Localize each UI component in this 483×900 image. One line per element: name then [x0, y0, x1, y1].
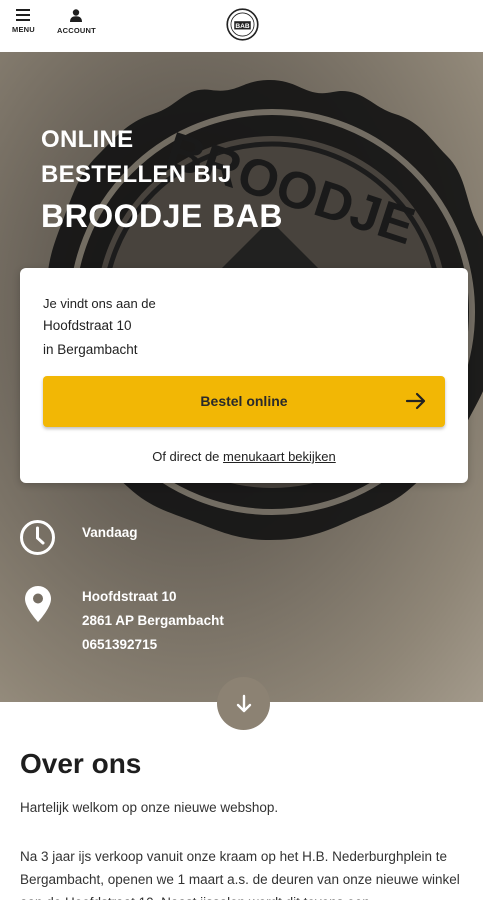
menu-card-prefix: Of direct de	[152, 449, 224, 464]
logo-text: BAB	[235, 23, 250, 30]
hero-title-line2: BESTELLEN BIJ	[41, 161, 232, 188]
hero-section: BROODJE ONLINE BESTELLEN BIJ BROODJE BAB…	[0, 52, 483, 702]
menu-label: MENU	[12, 25, 35, 34]
hero-title: ONLINE BESTELLEN BIJ BROODJE BAB	[41, 122, 283, 236]
order-card: Je vindt ons aan de Hoofdstraat 10 in Be…	[20, 268, 468, 483]
arrow-down-icon	[236, 694, 251, 712]
menu-button[interactable]: MENU	[12, 9, 35, 34]
order-online-button[interactable]: Bestel online	[43, 376, 445, 427]
location-pin-icon	[25, 586, 51, 622]
opening-hours-label: Vandaag	[82, 525, 138, 540]
brand-logo[interactable]: BAB	[226, 8, 259, 41]
info-phone[interactable]: 0651392715	[82, 637, 157, 652]
person-icon	[70, 9, 83, 22]
about-story-text: Na 3 jaar ijs verkoop vanuit onze kraam …	[20, 849, 460, 900]
card-intro: Je vindt ons aan de	[43, 296, 156, 311]
arrow-right-icon	[405, 392, 426, 410]
scroll-down-button[interactable]	[217, 677, 270, 730]
info-street: Hoofdstraat 10	[82, 589, 177, 604]
account-button[interactable]: ACCOUNT	[57, 9, 96, 35]
hero-title-line3: BROODJE BAB	[41, 198, 283, 234]
top-header: MENU ACCOUNT BAB	[0, 0, 483, 52]
menu-card-link[interactable]: menukaart bekijken	[223, 449, 336, 464]
card-address-city: in Bergambacht	[43, 342, 138, 357]
card-address-street: Hoofdstraat 10	[43, 318, 132, 333]
about-title: Over ons	[20, 748, 142, 779]
account-label: ACCOUNT	[57, 26, 96, 35]
info-postal-city: 2861 AP Bergambacht	[82, 613, 224, 628]
order-online-label: Bestel online	[200, 393, 288, 409]
about-welcome-text: Hartelijk welkom op onze nieuwe webshop.	[20, 800, 279, 815]
hero-title-line1: ONLINE	[41, 126, 134, 153]
clock-icon	[20, 520, 55, 555]
hamburger-icon	[16, 9, 31, 21]
menu-card-line: Of direct de menukaart bekijken	[20, 449, 468, 464]
